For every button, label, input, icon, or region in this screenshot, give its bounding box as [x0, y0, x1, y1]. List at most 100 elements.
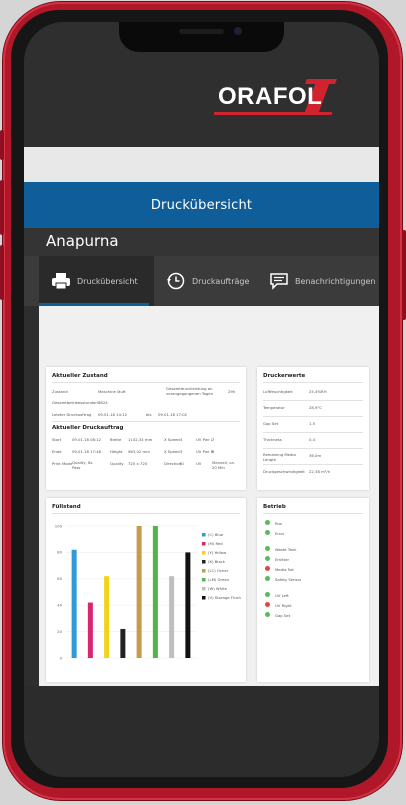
- job-field-value: 3: [180, 449, 183, 454]
- value-reading: 25,4%RH: [309, 389, 327, 394]
- dashboard-content: Aktueller Zustand Zustand Maschine läuft…: [39, 306, 379, 686]
- bar-4: [136, 526, 142, 658]
- screen-bottom: [24, 686, 379, 777]
- bar-7: [185, 552, 191, 658]
- divider: [263, 432, 363, 433]
- legend-label: (LM) Green: [208, 577, 230, 582]
- legend-swatch: [202, 587, 206, 591]
- history-clock-icon: [167, 272, 185, 290]
- divider: [263, 464, 363, 465]
- status-label: Zustand: [52, 389, 68, 394]
- hours-label: Gesamtbetriebsstunden: [52, 400, 98, 405]
- bar-3: [120, 628, 126, 658]
- divider: [52, 421, 240, 422]
- legend-swatch: [202, 533, 206, 537]
- job-field-label: Breite: [110, 437, 122, 442]
- status-label: Media Set: [275, 566, 294, 572]
- status-dot-icon: [265, 546, 270, 551]
- divider: [52, 513, 240, 514]
- job-field-label: X Speed: [164, 437, 180, 442]
- legend-swatch: [202, 596, 206, 600]
- value-reading: 0,4: [309, 437, 316, 442]
- bar-2: [104, 576, 110, 658]
- card-title: Betrieb: [263, 504, 286, 510]
- status-label: Run: [275, 520, 283, 526]
- job-field-value: Manuell, ca. 20 Min: [212, 460, 235, 470]
- card-title: Aktueller Zustand: [52, 373, 108, 379]
- legend-swatch: [202, 569, 206, 573]
- bar-6: [169, 576, 175, 658]
- job-field-value: 09.01.18 08:12: [72, 437, 102, 442]
- y-tick-label: 20: [57, 629, 62, 634]
- status-label: UV Left: [275, 592, 289, 598]
- divider: [263, 448, 363, 449]
- legend-label: (M) Red: [208, 541, 223, 546]
- value-label: Temperatur: [263, 405, 285, 410]
- status-label: Waste Tank: [275, 546, 297, 552]
- tab-benachrichtigungen[interactable]: Benachrichtigungen: [269, 256, 379, 306]
- last-job-end: 09.01.18 17:02: [158, 412, 188, 417]
- job-field-value: 720 x 720: [128, 461, 148, 466]
- value-label: Gap Set: [263, 421, 279, 426]
- front-camera: [234, 27, 242, 35]
- tab-label: Benachrichtigungen: [295, 276, 376, 286]
- last-job-mid: bis: [146, 412, 152, 417]
- job-field-label: Print Mode: [52, 461, 73, 466]
- card-title: Druckerwerte: [263, 373, 306, 379]
- machine-name: Anapurna: [46, 232, 119, 250]
- header-spacer: [24, 147, 379, 182]
- job-field-value: 6: [212, 449, 215, 454]
- bar-5: [152, 526, 158, 658]
- last-job-start: 09.01.18 14:12: [98, 412, 128, 417]
- logo-text: ORAFOL: [218, 83, 323, 110]
- side-button-right: [402, 230, 406, 320]
- last-job-label: Letzter Druckauftrag: [52, 412, 92, 417]
- legend-swatch: [202, 542, 206, 546]
- legend-swatch: [202, 551, 206, 555]
- divider: [263, 513, 363, 514]
- status-dot-icon: [265, 576, 270, 581]
- tab-bar: Druckübersicht Druckaufträge Benachricht…: [24, 256, 379, 306]
- status-extra: 29h: [228, 389, 236, 394]
- job-field-label: UV Pwr R: [196, 449, 214, 454]
- tab-label: Druckaufträge: [192, 276, 250, 286]
- job-field-label: Start: [52, 437, 62, 442]
- tab-druckuebersicht[interactable]: Druckübersicht: [39, 256, 154, 306]
- job-field-label: UV: [196, 461, 202, 466]
- value-reading: 28,9°C: [309, 405, 323, 410]
- status-dot-icon: [265, 592, 270, 597]
- value-reading: 22,38 m²/h: [309, 469, 330, 474]
- job-field-label: Ende: [52, 449, 62, 454]
- operation-card: Betrieb Run Error Waste Tank Emitter Media S…: [257, 498, 369, 682]
- job-field-value: 09.01.18 17:48: [72, 449, 102, 454]
- tab-druckauftraege[interactable]: Druckaufträge: [166, 256, 266, 306]
- y-tick-label: 40: [57, 603, 62, 608]
- status-dot-icon: [265, 556, 270, 561]
- bar-1: [87, 602, 93, 658]
- legend-swatch: [202, 578, 206, 582]
- phone-screen: ORAFOL Druckübersicht Anapurna Drucküber…: [24, 22, 379, 777]
- speaker-grille: [179, 29, 224, 34]
- job-field-label: UV Pwr L: [196, 437, 213, 442]
- status-value: Maschine läuft: [98, 389, 126, 394]
- status-label: Safety Sensor: [275, 576, 302, 582]
- fill-level-chart: 100 80 60 40 20 0 (C) Blue (M) Red (Y) Yellow (K)…: [55, 523, 242, 660]
- side-button-left-1: [0, 130, 4, 160]
- divider: [263, 416, 363, 417]
- printer-icon: [52, 273, 70, 290]
- status-label: Gap Set: [275, 612, 291, 618]
- orafol-logo: ORAFOL: [214, 79, 339, 117]
- status-card: Aktueller Zustand Zustand Maschine läuft…: [46, 367, 246, 490]
- fill-level-card: Füllstand 100 80 60 40 20 0 (C) Blue (M) Red (Y)…: [46, 498, 246, 682]
- legend-label: (C) Blue: [208, 532, 224, 537]
- job-field-value: 4: [180, 437, 183, 442]
- machine-bar: Anapurna: [24, 228, 379, 256]
- value-reading: 36,0m: [309, 453, 322, 458]
- status-label: UV Right: [275, 602, 292, 608]
- side-button-left-3: [0, 245, 4, 300]
- value-label: Remaining Media Length: [263, 452, 296, 462]
- status-dot-icon: [265, 520, 270, 525]
- job-field-label: Quality: [110, 461, 124, 466]
- job-field-value: 1142,34 mm: [128, 437, 153, 442]
- printer-values-card: Druckerwerte Luftfeuchtigkeit 25,4%RH Temp…: [257, 367, 369, 490]
